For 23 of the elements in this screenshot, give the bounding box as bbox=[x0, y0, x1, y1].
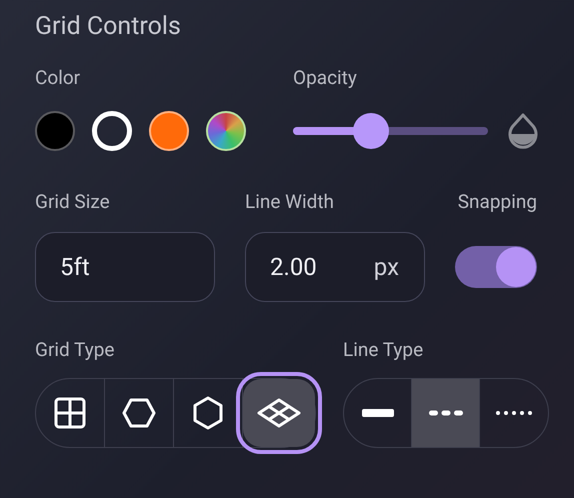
hexagon-icon bbox=[122, 398, 156, 428]
dashed-line-icon bbox=[428, 409, 464, 417]
grid-size-field[interactable]: 5ft bbox=[35, 232, 215, 302]
grid-type-option[interactable] bbox=[243, 379, 315, 447]
line-width-field[interactable]: 2.00 px bbox=[245, 232, 425, 302]
line-width-label: Line Width bbox=[245, 190, 336, 213]
hexagon-icon bbox=[193, 396, 223, 430]
line-type-option[interactable] bbox=[412, 379, 480, 447]
color-label: Color bbox=[35, 66, 82, 89]
panel-title: Grid Controls bbox=[35, 12, 182, 43]
line-type-label: Line Type bbox=[343, 338, 424, 361]
grid-size-label: Grid Size bbox=[35, 190, 111, 213]
color-swatch[interactable] bbox=[149, 111, 189, 151]
opacity-drop-icon bbox=[507, 113, 539, 149]
snapping-toggle[interactable] bbox=[455, 246, 537, 288]
opacity-slider[interactable] bbox=[293, 113, 488, 149]
snapping-label: Snapping bbox=[458, 190, 537, 213]
color-swatch[interactable] bbox=[35, 111, 75, 151]
grid-type-label: Grid Type bbox=[35, 338, 116, 361]
dotted-line-icon bbox=[496, 409, 532, 417]
diamond-grid-icon bbox=[257, 398, 301, 428]
square-grid-icon bbox=[54, 397, 86, 429]
opacity-label: Opacity bbox=[293, 66, 358, 89]
